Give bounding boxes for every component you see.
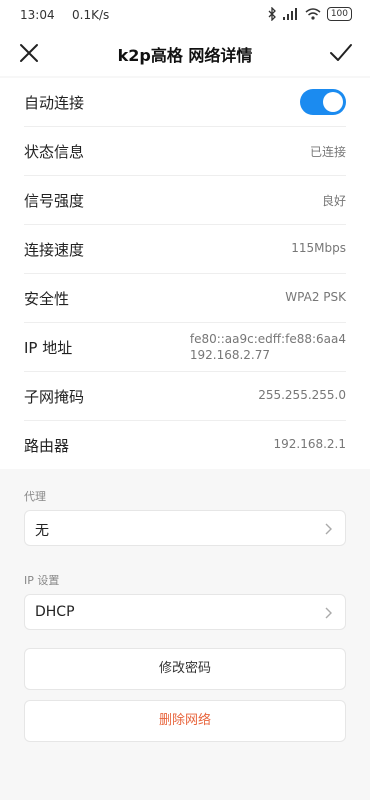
proxy-select[interactable]: 无 — [24, 510, 346, 546]
check-icon — [330, 44, 352, 61]
auto-connect-label: 自动连接 — [24, 94, 85, 112]
signal-label: 信号强度 — [24, 192, 85, 210]
ip-settings-select[interactable]: DHCP — [24, 594, 346, 630]
chevron-right-icon — [325, 523, 332, 535]
security-value: WPA2 PSK — [285, 290, 346, 304]
signal-value: 良好 — [321, 194, 346, 208]
auto-connect-toggle[interactable] — [300, 89, 346, 115]
speed-label: 连接速度 — [24, 241, 85, 259]
security-label: 安全性 — [24, 290, 70, 308]
status-time: 13:04 — [20, 8, 55, 22]
speed-row: 连接速度 115Mbps — [24, 225, 346, 274]
security-row: 安全性 WPA2 PSK — [24, 274, 346, 323]
change-password-button[interactable]: 修改密码 — [24, 648, 346, 690]
router-value: 192.168.2.1 — [273, 437, 346, 451]
battery-icon: 100 — [326, 7, 352, 21]
bluetooth-icon — [268, 7, 276, 21]
delete-network-button[interactable]: 删除网络 — [24, 700, 346, 742]
subnet-label: 子网掩码 — [24, 388, 85, 406]
ip-address-label: IP 地址 — [24, 339, 73, 357]
subnet-value: 255.255.255.0 — [258, 388, 346, 402]
proxy-value: 无 — [35, 523, 49, 539]
close-button[interactable] — [14, 38, 44, 68]
status-row: 状态信息 已连接 — [24, 127, 346, 176]
ip-settings-value: DHCP — [35, 604, 75, 620]
status-icons: 100 — [267, 7, 352, 21]
signal-row: 信号强度 良好 — [24, 176, 346, 225]
router-row: 路由器 192.168.2.1 — [24, 421, 346, 469]
network-details-list: 自动连接 状态信息 已连接 信号强度 良好 连接速度 115Mbps 安全性 W… — [0, 78, 370, 469]
close-icon — [20, 44, 38, 62]
router-label: 路由器 — [24, 437, 70, 455]
ipv4-address: 192.168.2.77 — [189, 348, 270, 362]
status-label: 状态信息 — [24, 143, 85, 161]
speed-value: 115Mbps — [291, 241, 346, 255]
ip-address-value: fe80::aa9c:edff:fe88:6aa4 192.168.2.77 — [190, 331, 346, 363]
confirm-button[interactable] — [326, 38, 356, 68]
chevron-right-icon — [325, 607, 332, 619]
auto-connect-row[interactable]: 自动连接 — [24, 78, 346, 127]
page-title: k2p高格 网络详情 — [117, 46, 253, 65]
status-value: 已连接 — [309, 145, 346, 159]
wifi-icon — [305, 8, 321, 20]
ip-address-row: IP 地址 fe80::aa9c:edff:fe88:6aa4 192.168.… — [24, 323, 346, 372]
ipv6-address: fe80::aa9c:edff:fe88:6aa4 — [189, 332, 346, 346]
title-bar: k2p高格 网络详情 — [0, 30, 370, 76]
proxy-section-label: 代理 — [24, 490, 46, 503]
subnet-row: 子网掩码 255.255.255.0 — [24, 372, 346, 421]
ip-settings-section-label: IP 设置 — [24, 574, 60, 587]
toggle-knob — [323, 92, 343, 112]
signal-icon — [282, 8, 297, 20]
status-bar: 13:04 0.1K/s 100 — [0, 0, 370, 30]
network-speed: 0.1K/s — [72, 8, 110, 22]
